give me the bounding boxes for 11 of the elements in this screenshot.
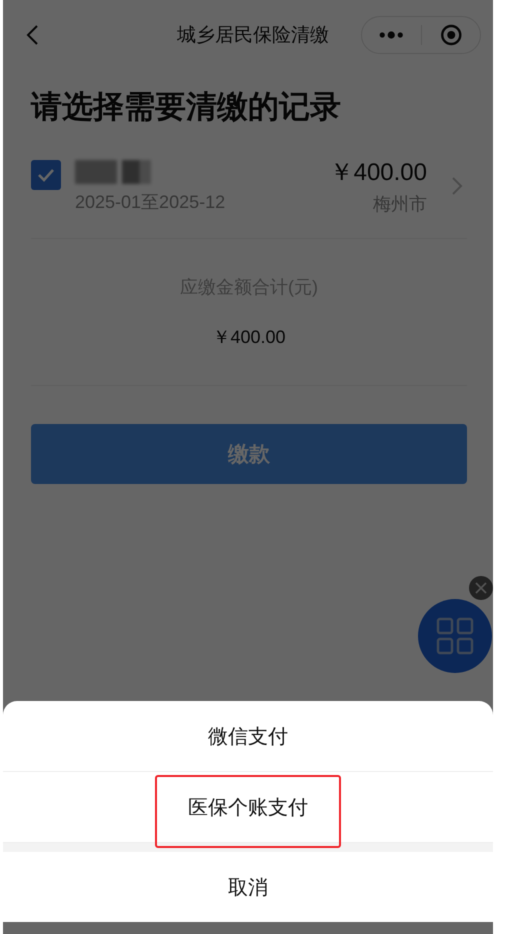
cancel-option[interactable]: 取消 — [3, 852, 493, 922]
checkbox[interactable] — [31, 160, 61, 190]
record-amount: ￥400.00 — [330, 158, 427, 188]
page-title: 城乡居民保险清缴 — [176, 24, 330, 48]
chevron-right-icon[interactable] — [451, 176, 463, 196]
grid-icon — [435, 616, 475, 656]
back-icon[interactable] — [25, 24, 39, 46]
page-heading: 请选择需要清缴的记录 — [31, 88, 342, 126]
close-icon[interactable] — [469, 576, 493, 600]
total-amount: ￥400.00 — [212, 326, 286, 349]
payment-option[interactable]: 微信支付 — [3, 701, 493, 772]
